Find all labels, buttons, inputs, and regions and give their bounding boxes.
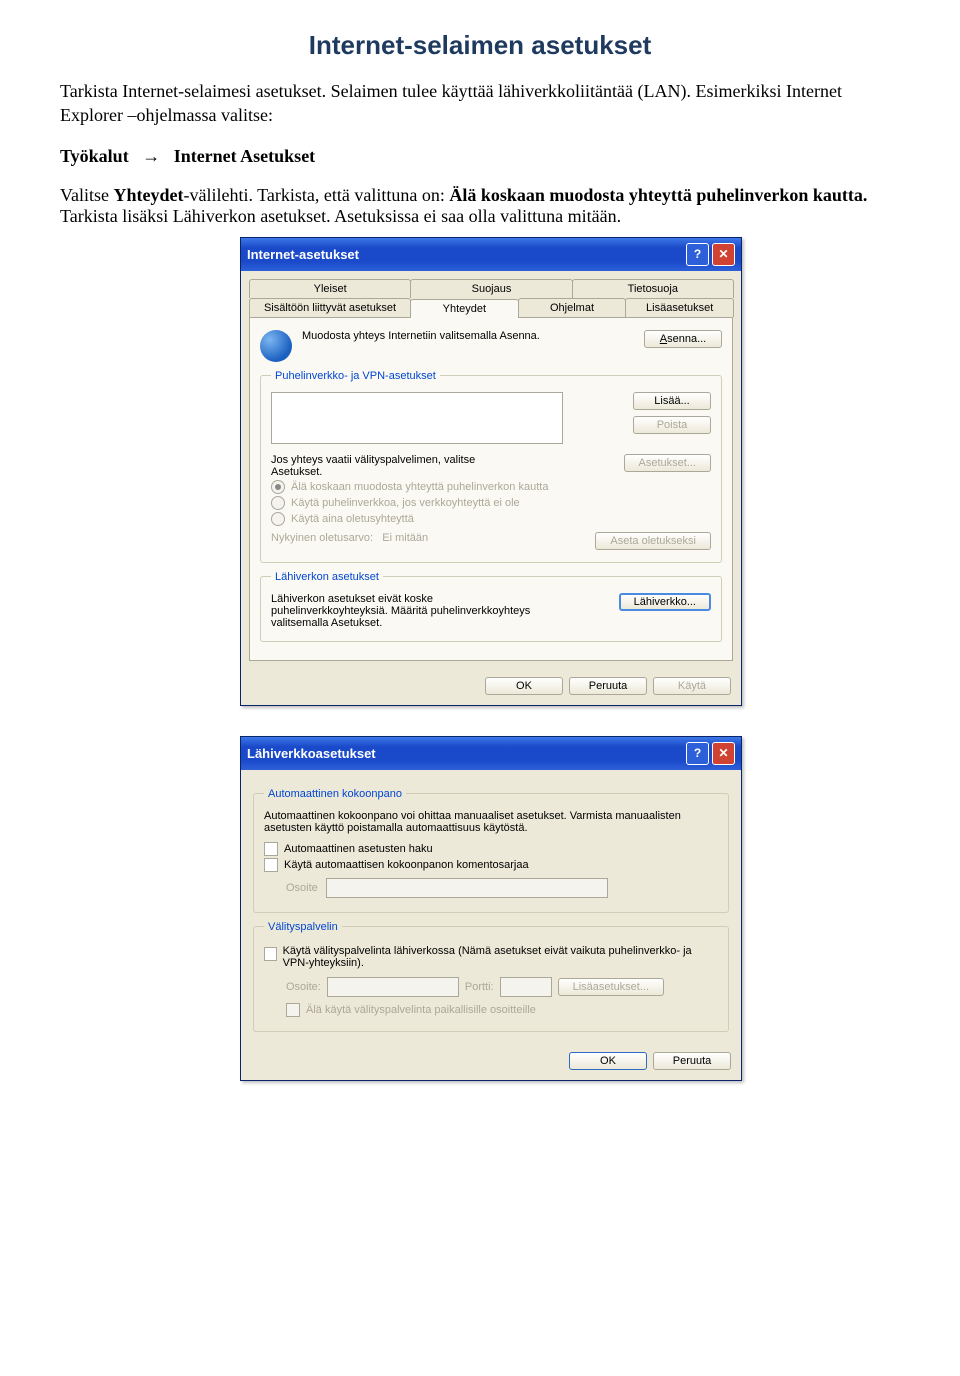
dialup-vpn-legend: Puhelinverkko- ja VPN-asetukset [271,370,440,382]
remove-button: Poista [633,416,711,434]
tab-advanced[interactable]: Lisäasetukset [625,298,734,317]
current-default-value: Ei mitään [382,532,428,544]
auto-script-label: Käytä automaattisen kokoonpanon komentos… [284,859,529,871]
connections-listbox[interactable] [271,392,563,444]
tab-security[interactable]: Suojaus [410,279,572,298]
radio-always-dial-label: Käytä aina oletusyhteyttä [291,513,414,525]
lan-settings-legend: Lähiverkon asetukset [271,571,383,583]
checkbox-icon [286,1003,300,1017]
panel-connections: Muodosta yhteys Internetiin valitsemalla… [249,317,733,661]
intro-paragraph-3a: Valitse [60,185,114,205]
radio-icon [271,512,285,526]
ok-button[interactable]: OK [485,677,563,695]
auto-config-text: Automaattinen kokoonpano voi ohittaa man… [264,810,718,834]
auto-detect-label: Automaattinen asetusten haku [284,843,433,855]
lan-settings-dialog: Lähiverkkoasetukset ? ✕ Automaattinen ko… [240,736,742,1081]
lan-settings-fieldset: Lähiverkon asetukset Lähiverkon asetukse… [260,571,722,642]
address-field [326,878,608,898]
checkbox-icon [264,947,277,961]
radio-dial-when-no-net: Käytä puhelinverkkoa, jos verkkoyhteyttä… [271,496,711,510]
titlebar[interactable]: Lähiverkkoasetukset ? ✕ [241,737,741,770]
intro-paragraph-3c: Tarkista lisäksi Lähiverkon asetukset. A… [60,206,621,226]
close-button[interactable]: ✕ [712,243,735,266]
intro-paragraph-2: Työkalut → Internet Asetukset [60,146,900,167]
menu-path-tools: Työkalut [60,146,129,166]
help-button[interactable]: ? [686,742,709,765]
lan-button[interactable]: Lähiverkko... [619,593,711,611]
intro-paragraph-3b: -välilehti. Tarkista, että valittuna on: [184,185,450,205]
radio-icon [271,480,285,494]
connections-tab-name: Yhteydet [114,185,184,205]
checkbox-icon [264,842,278,856]
proxy-address-label: Osoite: [286,981,321,993]
current-default-label: Nykyinen oletusarvo: [271,532,373,544]
intro-paragraph-3: Valitse Yhteydet-välilehti. Tarkista, et… [60,185,900,227]
globe-icon [260,330,292,362]
close-button[interactable]: ✕ [712,742,735,765]
tabs-row-2: Sisältöön liittyvät asetukset Yhteydet O… [241,298,741,317]
setup-button[interactable]: AAsenna...senna... [644,330,722,348]
proxy-legend: Välityspalvelin [264,921,342,933]
proxy-hint: Jos yhteys vaatii välityspalvelimen, val… [271,454,491,478]
proxy-port-label: Portti: [465,981,494,993]
radio-always-dial: Käytä aina oletusyhteyttä [271,512,711,526]
tab-content[interactable]: Sisältöön liittyvät asetukset [249,298,411,317]
bypass-local-label: Älä käytä välityspalvelinta paikallisill… [306,1004,536,1016]
auto-detect-checkbox[interactable]: Automaattinen asetusten haku [264,842,718,856]
checkbox-icon [264,858,278,872]
use-proxy-checkbox[interactable]: Käytä välityspalvelinta lähiverkossa (Nä… [264,945,718,969]
dialup-vpn-fieldset: Puhelinverkko- ja VPN-asetukset Lisää...… [260,370,722,563]
auto-config-fieldset: Automaattinen kokoonpano Automaattinen k… [253,788,729,913]
address-label: Osoite [286,882,318,894]
dialog-title: Internet-asetukset [247,247,359,262]
set-default-button: Aseta oletukseksi [595,532,711,550]
setup-text: Muodosta yhteys Internetiin valitsemalla… [302,330,634,342]
cancel-button[interactable]: Peruuta [569,677,647,695]
radio-dial-when-no-net-label: Käytä puhelinverkkoa, jos verkkoyhteyttä… [291,497,520,509]
help-button[interactable]: ? [686,243,709,266]
add-button[interactable]: Lisää... [633,392,711,410]
intro-paragraph-1: Tarkista Internet-selaimesi asetukset. S… [60,79,900,128]
radio-icon [271,496,285,510]
menu-path-internet-settings: Internet Asetukset [174,146,316,166]
proxy-port-field [500,977,552,997]
ok-button[interactable]: OK [569,1052,647,1070]
dialog-title: Lähiverkkoasetukset [247,746,376,761]
proxy-fieldset: Välityspalvelin Käytä välityspalvelinta … [253,921,729,1032]
titlebar[interactable]: Internet-asetukset ? ✕ [241,238,741,271]
tab-general[interactable]: Yleiset [249,279,411,298]
apply-button: Käytä [653,677,731,695]
tab-privacy[interactable]: Tietosuoja [572,279,734,298]
auto-script-checkbox[interactable]: Käytä automaattisen kokoonpanon komentos… [264,858,718,872]
bottom-buttons: OK Peruuta [241,1044,741,1080]
radio-never-dial-label: Älä koskaan muodosta yhteyttä puhelinver… [291,481,548,493]
tab-connections[interactable]: Yhteydet [410,299,519,318]
settings-button: Asetukset... [624,454,711,472]
cancel-button[interactable]: Peruuta [653,1052,731,1070]
bottom-buttons: OK Peruuta Käytä [241,669,741,705]
internet-settings-dialog: Internet-asetukset ? ✕ Yleiset Suojaus T… [240,237,742,706]
tab-programs[interactable]: Ohjelmat [518,298,627,317]
auto-config-legend: Automaattinen kokoonpano [264,788,406,800]
lan-text: Lähiverkon asetukset eivät koske puhelin… [271,593,531,629]
radio-never-dial: Älä koskaan muodosta yhteyttä puhelinver… [271,480,711,494]
never-dial-option-name: Älä koskaan muodosta yhteyttä puhelinver… [449,185,867,205]
arrow: → [142,146,160,166]
tabs-row-1: Yleiset Suojaus Tietosuoja [241,271,741,298]
advanced-button: Lisäasetukset... [558,978,664,996]
bypass-local-checkbox: Älä käytä välityspalvelinta paikallisill… [286,1003,718,1017]
page-title: Internet-selaimen asetukset [60,30,900,61]
proxy-address-field [327,977,459,997]
use-proxy-label: Käytä välityspalvelinta lähiverkossa (Nä… [283,945,718,969]
